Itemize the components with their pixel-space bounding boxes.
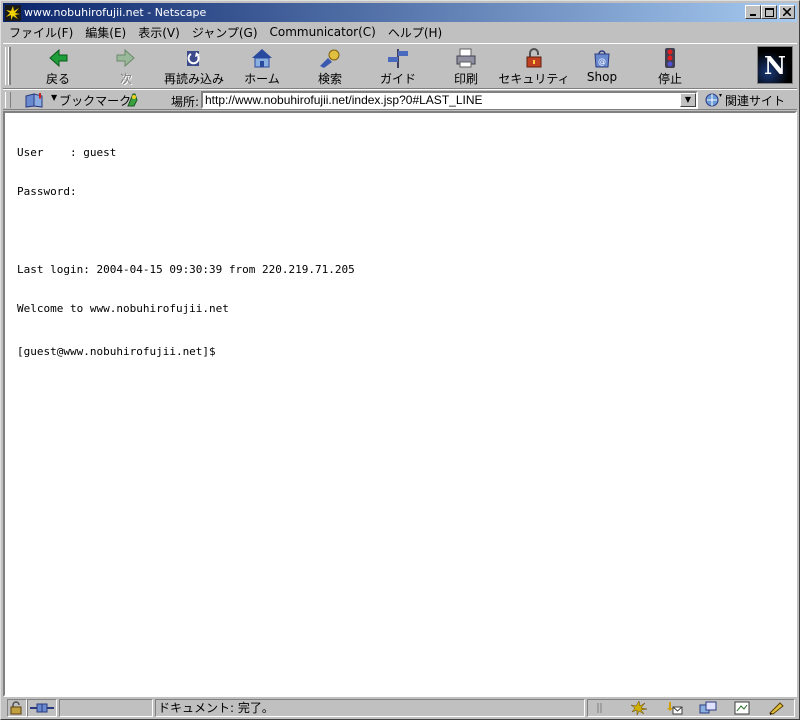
discussions-icon[interactable] [699, 701, 717, 715]
reload-button[interactable]: 再読み込み [161, 46, 227, 86]
close-button[interactable] [779, 5, 795, 19]
back-arrow-icon [46, 47, 70, 69]
home-label: ホーム [244, 72, 280, 86]
last-login-line: Last login: 2004-04-15 09:30:39 from 220… [17, 263, 355, 276]
security-button[interactable]: セキュリティ [498, 46, 570, 86]
edit-pencil-icon[interactable] [768, 701, 786, 715]
guide-label: ガイド [379, 72, 416, 86]
location-toolbar-grip[interactable] [5, 92, 11, 108]
shop-button[interactable]: @ Shop [569, 46, 635, 86]
window-title: www.nobuhirofujii.net - Netscape [24, 6, 207, 19]
bookmarks-dropdown-icon: ▼ [51, 92, 58, 102]
shop-label: Shop [586, 70, 618, 84]
toolbar-grip[interactable] [5, 47, 11, 85]
stop-button[interactable]: 停止 [637, 46, 703, 86]
component-grip-icon[interactable] [596, 701, 614, 715]
url-dropdown-button[interactable]: ▼ [680, 93, 696, 107]
menu-help[interactable]: ヘルプ(H) [382, 24, 448, 41]
password-line: Password: [17, 185, 77, 198]
menu-file[interactable]: ファイル(F) [3, 24, 79, 41]
window-controls [745, 5, 795, 19]
security-label: セキュリティ [498, 72, 570, 86]
stop-label: 停止 [657, 72, 682, 86]
bookmarks-button[interactable]: ▼ ブックマーク [25, 91, 131, 109]
netscape-app-icon[interactable] [5, 4, 21, 21]
netscape-logo[interactable]: N [757, 46, 793, 84]
menu-communicator[interactable]: Communicator(C) [264, 25, 382, 39]
minimize-button[interactable] [745, 5, 761, 19]
status-text: ドキュメント: 完了。 [155, 699, 585, 717]
forward-label: 次 [119, 72, 132, 86]
guide-button[interactable]: ガイド [365, 46, 431, 86]
security-status-cell[interactable] [7, 699, 27, 717]
page-proxy-icon[interactable] [125, 91, 143, 109]
navigator-icon[interactable] [630, 700, 648, 716]
location-toolbar: ▼ ブックマーク 場所: ▼ 関連サイト [3, 89, 797, 110]
progress-bar [59, 699, 153, 717]
stop-icon [658, 47, 682, 69]
reload-icon [182, 47, 206, 69]
composer-icon[interactable] [733, 701, 751, 715]
user-line: User : guest [17, 146, 117, 159]
print-icon [454, 47, 478, 69]
security-lock-icon [522, 47, 546, 69]
netscape-n-logo-icon: N [764, 51, 786, 80]
menu-view[interactable]: 表示(V) [132, 24, 186, 41]
navigation-toolbar: 戻る 次 再読み込み ホーム 検索 ガイド 印刷 セキュリティ @ Shop 停… [3, 43, 797, 89]
maximize-button[interactable] [761, 5, 777, 19]
back-label: 戻る [45, 72, 70, 86]
related-sites-button[interactable]: 関連サイト [703, 91, 785, 109]
welcome-line: Welcome to www.nobuhirofujii.net [17, 302, 229, 315]
connection-status-icon[interactable] [27, 699, 57, 717]
home-button[interactable]: ホーム [229, 46, 295, 86]
title-bar[interactable]: www.nobuhirofujii.net - Netscape [3, 3, 797, 22]
shop-icon: @ [590, 47, 614, 69]
forward-button[interactable]: 次 [93, 46, 159, 86]
svg-text:@: @ [598, 57, 606, 66]
back-button[interactable]: 戻る [25, 46, 91, 86]
home-icon [250, 47, 274, 69]
related-sites-label: 関連サイト [725, 93, 786, 108]
component-bar [587, 699, 795, 717]
print-button[interactable]: 印刷 [433, 46, 499, 86]
menu-go[interactable]: ジャンプ(G) [186, 24, 264, 41]
terminal-output: User : guest Password: Last login: 2004-… [17, 120, 355, 384]
forward-arrow-icon [114, 47, 138, 69]
search-button[interactable]: 検索 [297, 46, 363, 86]
page-content[interactable]: User : guest Password: Last login: 2004-… [3, 111, 797, 697]
search-icon [318, 47, 342, 69]
menu-edit[interactable]: 編集(E) [79, 24, 132, 41]
reload-label: 再読み込み [163, 72, 224, 86]
shell-prompt[interactable]: [guest@www.nobuhirofujii.net]$ [17, 345, 355, 358]
status-bar: ドキュメント: 完了。 [3, 698, 797, 718]
bookmarks-label: ブックマーク [59, 93, 132, 108]
mail-icon[interactable] [665, 701, 683, 715]
url-input[interactable] [201, 91, 698, 109]
print-label: 印刷 [453, 72, 478, 86]
location-label: 場所: [171, 95, 200, 109]
related-sites-icon [703, 92, 723, 108]
bookmarks-icon [25, 92, 47, 108]
menu-bar: ファイル(F) 編集(E) 表示(V) ジャンプ(G) Communicator… [3, 23, 797, 41]
search-label: 検索 [317, 72, 342, 86]
guide-icon [386, 47, 410, 69]
browser-window: www.nobuhirofujii.net - Netscape ファイル(F)… [0, 0, 800, 720]
